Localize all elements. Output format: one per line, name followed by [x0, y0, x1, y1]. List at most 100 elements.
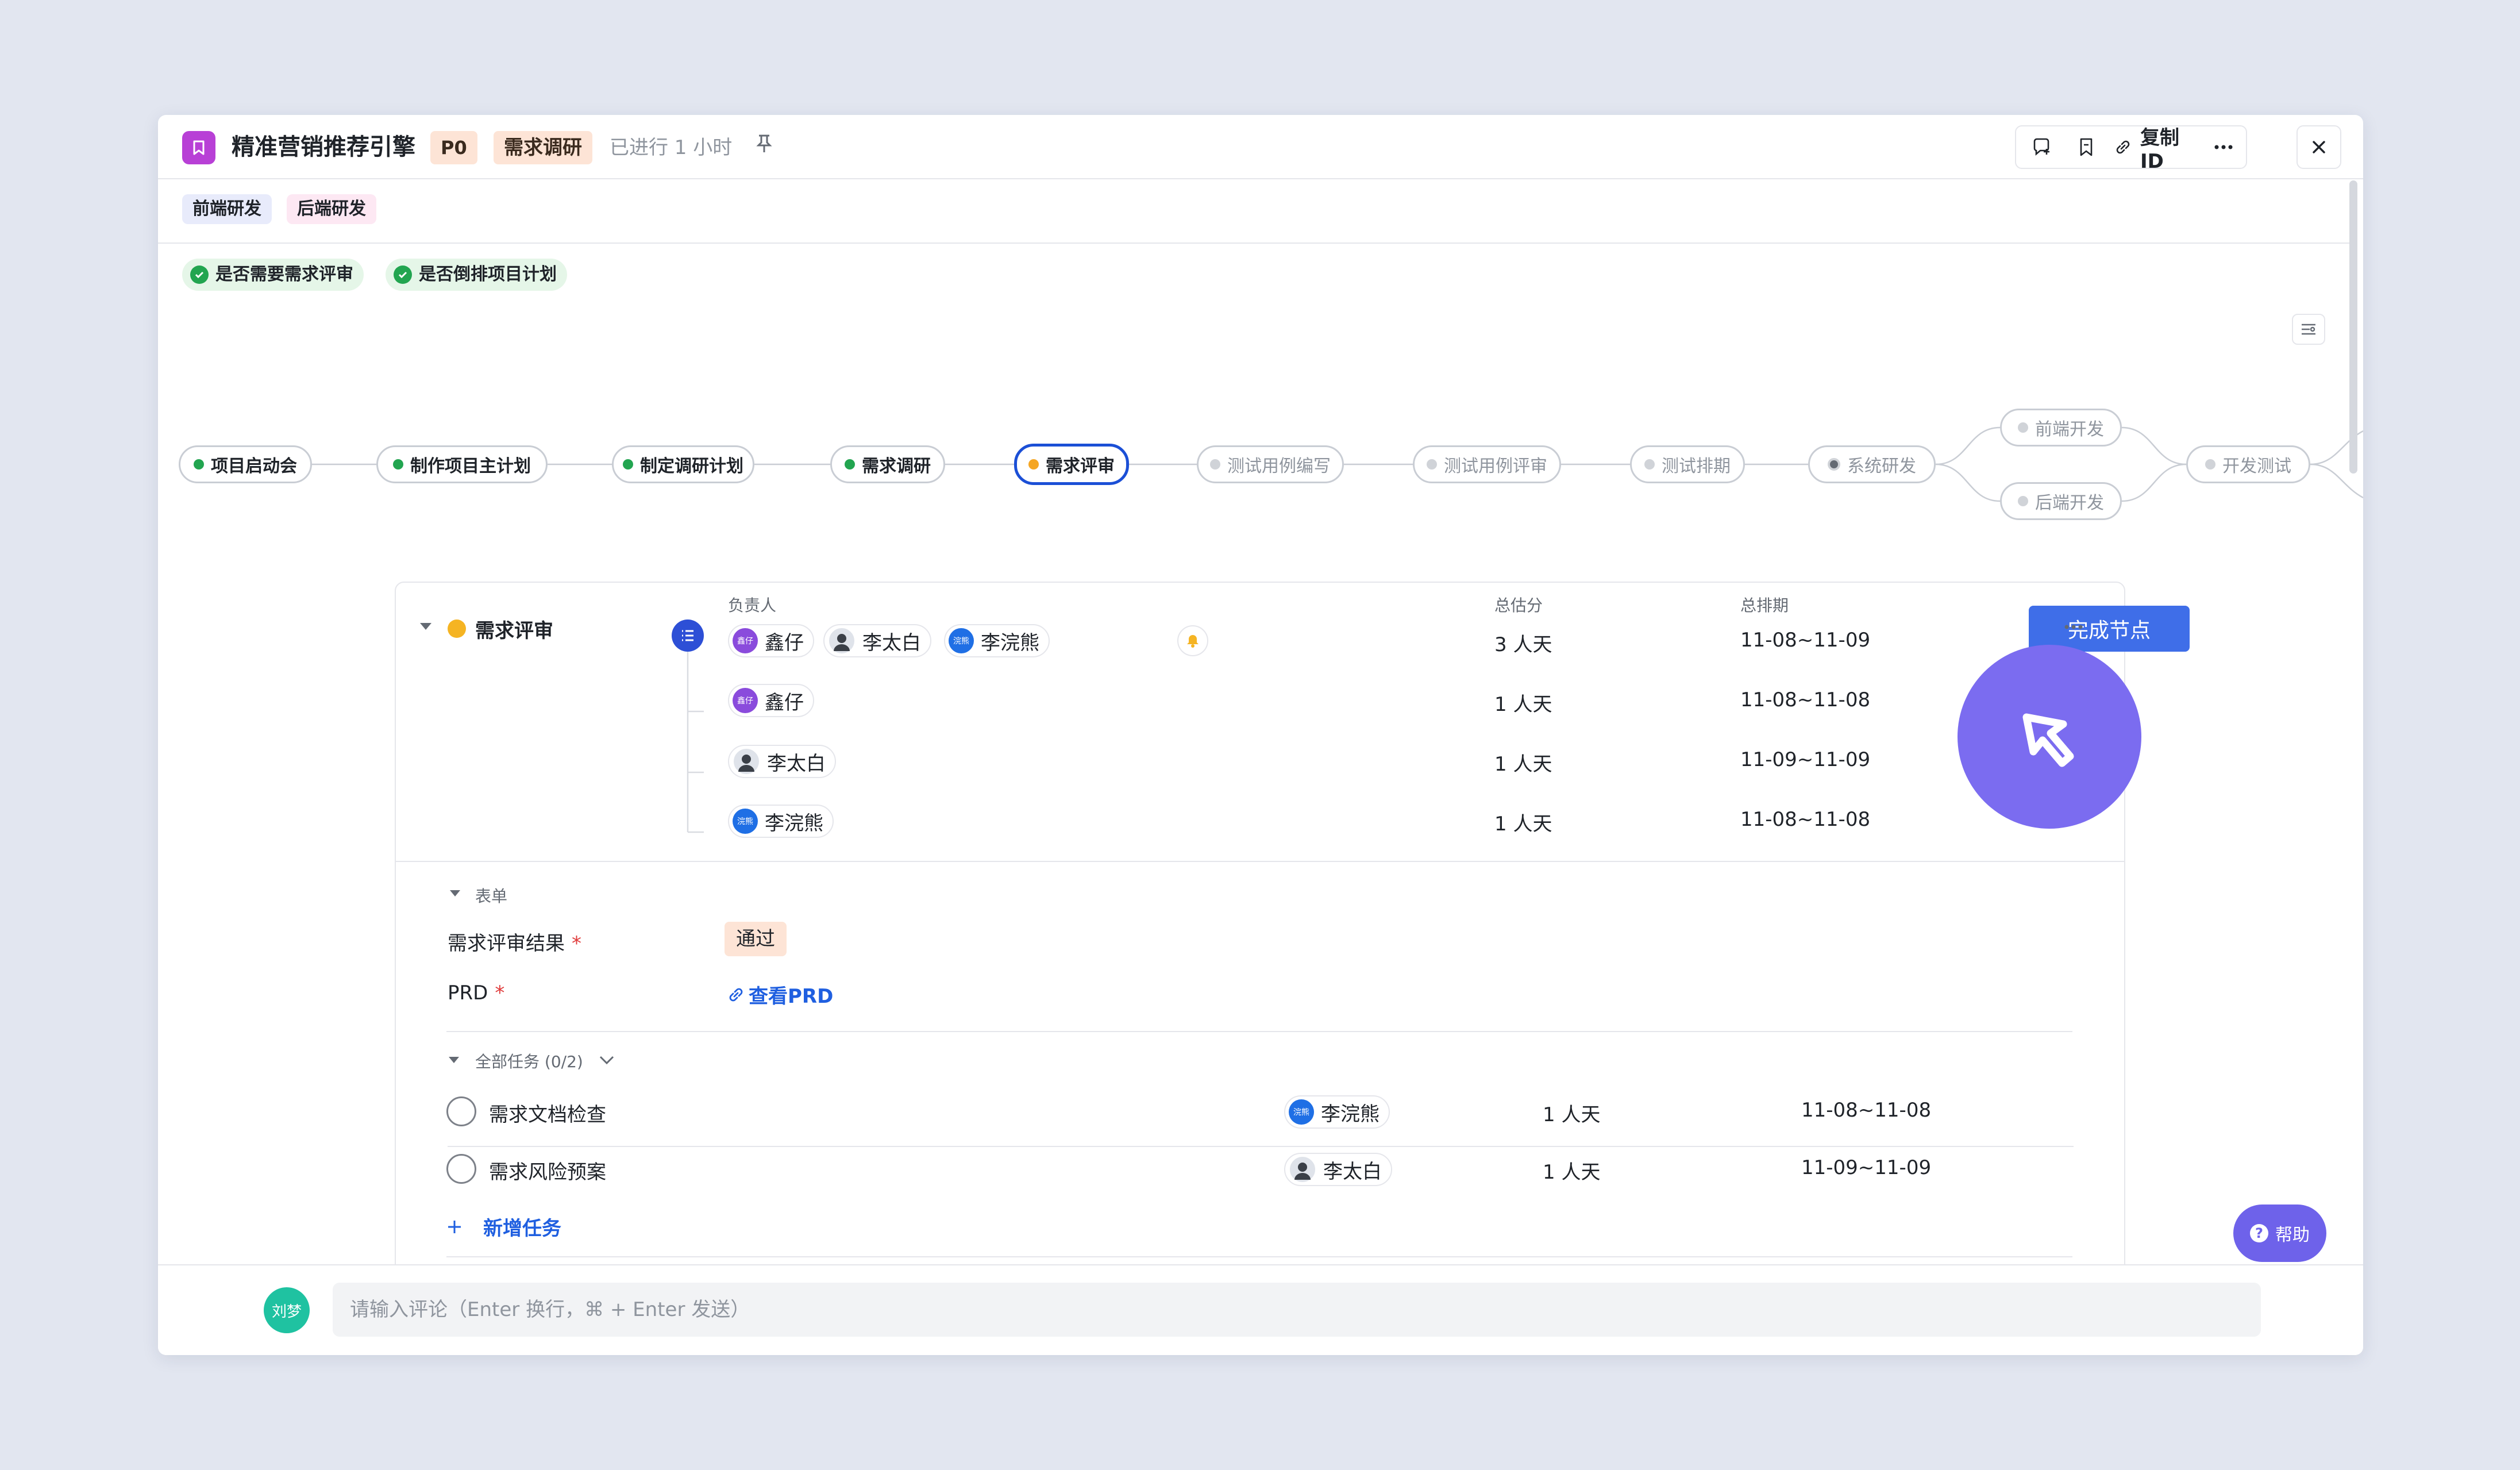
row-estimate: 1 人天: [1494, 693, 1552, 716]
row-estimate: 1 人天: [1494, 813, 1552, 836]
divider: [446, 1031, 2072, 1032]
prd-link[interactable]: 查看PRD: [727, 980, 833, 1009]
priority-badge: P0: [430, 131, 477, 164]
bell-icon[interactable]: [1177, 625, 1208, 656]
header-toolbar: 复制ID: [2015, 125, 2247, 173]
add-task-button[interactable]: 新增任务: [446, 1213, 561, 1241]
flow-node-label: 测试排期: [1662, 456, 1731, 476]
row-schedule: 11-09~11-09: [1740, 748, 1871, 771]
flow-node[interactable]: 测试排期: [1630, 445, 1745, 483]
avatar: 鑫仔: [733, 688, 758, 713]
row-schedule: 11-08~11-08: [1740, 808, 1871, 831]
cursor-pointer-icon: [1958, 645, 2141, 829]
flow-node[interactable]: 制作项目主计划: [376, 445, 548, 483]
divider: [396, 861, 2124, 862]
task-window: 精准营销推荐引擎 P0 需求调研 已进行 1 小时 复制ID 前端研发 后端研发…: [158, 115, 2363, 1355]
owner-name: 鑫仔: [765, 631, 804, 655]
form-field-label: PRD *: [448, 982, 505, 1005]
form-section-label: 表单: [475, 887, 508, 906]
flow-node[interactable]: 测试用例评审: [1413, 445, 1561, 483]
flow-node[interactable]: 开发测试: [2186, 445, 2310, 483]
flow-node-label: 项目启动会: [211, 456, 297, 476]
status-dot: [194, 459, 204, 470]
subtask-list-icon[interactable]: [672, 619, 704, 652]
help-label: 帮助: [2275, 1225, 2310, 1245]
owner-chip[interactable]: 李太白: [728, 745, 836, 778]
collapse-caret-icon[interactable]: [419, 621, 433, 634]
flow-node-label: 前端开发: [2035, 420, 2104, 440]
flow-node[interactable]: 项目启动会: [179, 445, 312, 483]
node-detail-card: 需求评审 负责人 总估分 总排期 鑫仔 鑫仔 李太白 浣熊 李浣熊 3 人天 1…: [395, 582, 2190, 1355]
status-dot: [2018, 496, 2028, 506]
flow-node[interactable]: 前端开发: [2000, 409, 2122, 447]
flow-settings-icon[interactable]: [2292, 314, 2325, 345]
owner-name: 李浣熊: [765, 811, 823, 835]
node-name: 需求评审: [475, 619, 553, 642]
flow-node-label: 后端开发: [2035, 493, 2104, 513]
owner-chip[interactable]: 浣熊 李浣熊: [944, 624, 1050, 657]
owner-name: 李浣熊: [1321, 1102, 1380, 1126]
help-button[interactable]: ? 帮助: [2233, 1205, 2326, 1262]
flow-node-label: 测试用例编写: [1227, 456, 1331, 476]
task-checkbox[interactable]: [446, 1096, 476, 1126]
flow-node-label: 测试用例评审: [1444, 456, 1547, 476]
avatar: 浣熊: [949, 628, 974, 653]
close-button[interactable]: [2296, 125, 2341, 169]
scrollbar[interactable]: [2349, 180, 2357, 474]
flow-node[interactable]: 后端开发: [2000, 482, 2122, 520]
task-name[interactable]: 需求文档检查: [489, 1099, 606, 1127]
check-label: 是否倒排项目计划: [419, 264, 557, 284]
department-tag: 前端研发: [182, 194, 272, 224]
comment-bar: 刘梦: [158, 1264, 2363, 1355]
avatar: [733, 748, 760, 775]
page-title: 精准营销推荐引擎: [232, 134, 415, 160]
task-estimate: 1 人天: [1543, 1103, 1601, 1126]
check-badge: 是否倒排项目计划: [386, 259, 567, 291]
task-schedule: 11-09~11-09: [1801, 1156, 1932, 1179]
flow-node[interactable]: 需求调研: [830, 445, 945, 483]
flow-node[interactable]: 系统研发: [1808, 445, 1936, 483]
schedule-column-header: 总排期: [1740, 596, 1789, 615]
task-checkbox[interactable]: [446, 1154, 476, 1184]
chevron-down-icon[interactable]: [598, 1054, 615, 1069]
owner-name: 李太白: [862, 631, 921, 655]
owner-name: 李浣熊: [981, 631, 1039, 655]
comment-input[interactable]: [333, 1283, 2261, 1337]
check-circle-icon: [190, 265, 209, 284]
flow-node-label: 制定调研计划: [640, 456, 743, 476]
owner-chip[interactable]: 李太白: [1284, 1153, 1392, 1186]
avatar: [828, 627, 856, 655]
collapse-caret-icon[interactable]: [448, 1055, 460, 1068]
check-circle-icon: [394, 265, 412, 284]
flow-node[interactable]: 制定调研计划: [612, 445, 754, 483]
status-dot: [1028, 459, 1039, 470]
owner-chip[interactable]: 浣熊 李浣熊: [1284, 1095, 1390, 1129]
owner-name: 李太白: [1323, 1160, 1382, 1183]
flow-node-current[interactable]: 需求评审: [1014, 444, 1129, 485]
comment-add-icon[interactable]: [2023, 126, 2060, 168]
owner-chip[interactable]: 鑫仔 鑫仔: [728, 684, 814, 717]
task-name[interactable]: 需求风险预案: [489, 1156, 606, 1184]
status-dot: [1210, 459, 1220, 470]
review-result-badge[interactable]: 通过: [725, 922, 787, 956]
avatar: [1289, 1156, 1316, 1183]
question-icon: ?: [2250, 1224, 2268, 1242]
pin-icon[interactable]: [756, 132, 773, 163]
copy-id-button[interactable]: 复制ID: [2114, 126, 2200, 173]
flow-node[interactable]: 测试用例编写: [1197, 445, 1344, 483]
avatar: 刘梦: [264, 1287, 310, 1333]
divider: [158, 243, 2354, 244]
form-field-label: 需求评审结果 *: [448, 932, 581, 955]
estimate-column-header: 总估分: [1494, 596, 1543, 615]
bookmark-icon[interactable]: [2068, 126, 2105, 168]
close-icon: [2313, 141, 2325, 153]
more-icon[interactable]: [2203, 126, 2244, 168]
owner-chip[interactable]: 李太白: [823, 624, 931, 657]
collapse-caret-icon[interactable]: [449, 888, 461, 901]
owner-chip[interactable]: 浣熊 李浣熊: [728, 805, 834, 838]
more-icon[interactable]: [2063, 622, 2084, 633]
owner-name: 鑫仔: [765, 691, 804, 714]
row-estimate: 1 人天: [1494, 753, 1552, 776]
owner-chip[interactable]: 鑫仔 鑫仔: [728, 624, 814, 657]
flow-node-label: 需求评审: [1046, 456, 1115, 476]
